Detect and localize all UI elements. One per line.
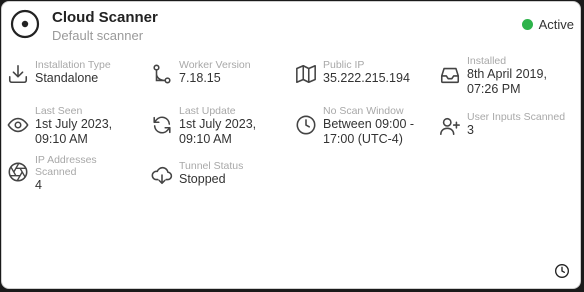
status-label: Active — [538, 17, 574, 32]
field-no-scan-window: No Scan Window Between 09:00 - 17:00 (UT… — [295, 105, 435, 147]
field-label: Last Update — [179, 105, 236, 117]
history-clock-icon[interactable] — [554, 263, 570, 279]
download-icon — [7, 63, 29, 85]
field-label: Tunnel Status — [179, 160, 244, 172]
field-installation-type: Installation Type Standalone — [7, 59, 111, 86]
field-label: Public IP — [323, 59, 365, 71]
target-icon — [10, 9, 40, 39]
field-value: 35.222.215.194 — [323, 71, 410, 85]
field-ip-addresses-scanned: IP Addresses Scanned 4 — [7, 154, 125, 193]
field-label: No Scan Window — [323, 105, 404, 117]
status-dot — [521, 19, 533, 30]
scanner-title: Cloud Scanner — [52, 9, 158, 26]
scanner-subtitle: Default scanner — [52, 28, 144, 43]
field-value: Standalone — [35, 71, 99, 85]
field-value: 1st July 2023, 09:10 AM — [179, 117, 257, 146]
field-worker-version: Worker Version 7.18.15 — [151, 59, 251, 86]
field-last-update: Last Update 1st July 2023, 09:10 AM — [151, 105, 289, 147]
field-label: Installation Type — [35, 59, 111, 71]
branch-icon — [151, 63, 173, 85]
refresh-icon — [151, 114, 173, 136]
field-last-seen: Last Seen 1st July 2023, 09:10 AM — [7, 105, 145, 147]
field-value: 8th April 2019, 07:26 PM — [467, 67, 547, 96]
field-public-ip: Public IP 35.222.215.194 — [295, 59, 410, 86]
field-user-inputs-scanned: User Inputs Scanned 3 — [439, 111, 565, 138]
clock-icon — [295, 114, 317, 136]
status-badge: Active — [521, 17, 574, 32]
field-value: 7.18.15 — [179, 71, 221, 85]
field-value: 4 — [35, 178, 42, 192]
field-installed: Installed 8th April 2019, 07:26 PM — [439, 55, 577, 97]
field-label: IP Addresses Scanned — [35, 154, 97, 178]
cloud-download-icon — [151, 164, 173, 186]
field-tunnel-status: Tunnel Status Stopped — [151, 160, 243, 187]
eye-icon — [7, 114, 29, 136]
field-value: 1st July 2023, 09:10 AM — [35, 117, 113, 146]
field-label: Installed — [467, 55, 507, 67]
field-label: Worker Version — [179, 59, 251, 71]
field-label: Last Seen — [35, 105, 83, 117]
map-icon — [295, 63, 317, 85]
field-label: User Inputs Scanned — [467, 111, 566, 123]
inbox-icon — [439, 64, 461, 86]
user-add-icon — [439, 115, 461, 137]
field-value: Stopped — [179, 172, 226, 186]
scanner-card: Cloud Scanner Default scanner Active Ins… — [1, 1, 581, 289]
aperture-icon — [7, 161, 29, 183]
field-value: Between 09:00 - 17:00 (UTC-4) — [323, 117, 415, 146]
field-value: 3 — [467, 123, 474, 137]
